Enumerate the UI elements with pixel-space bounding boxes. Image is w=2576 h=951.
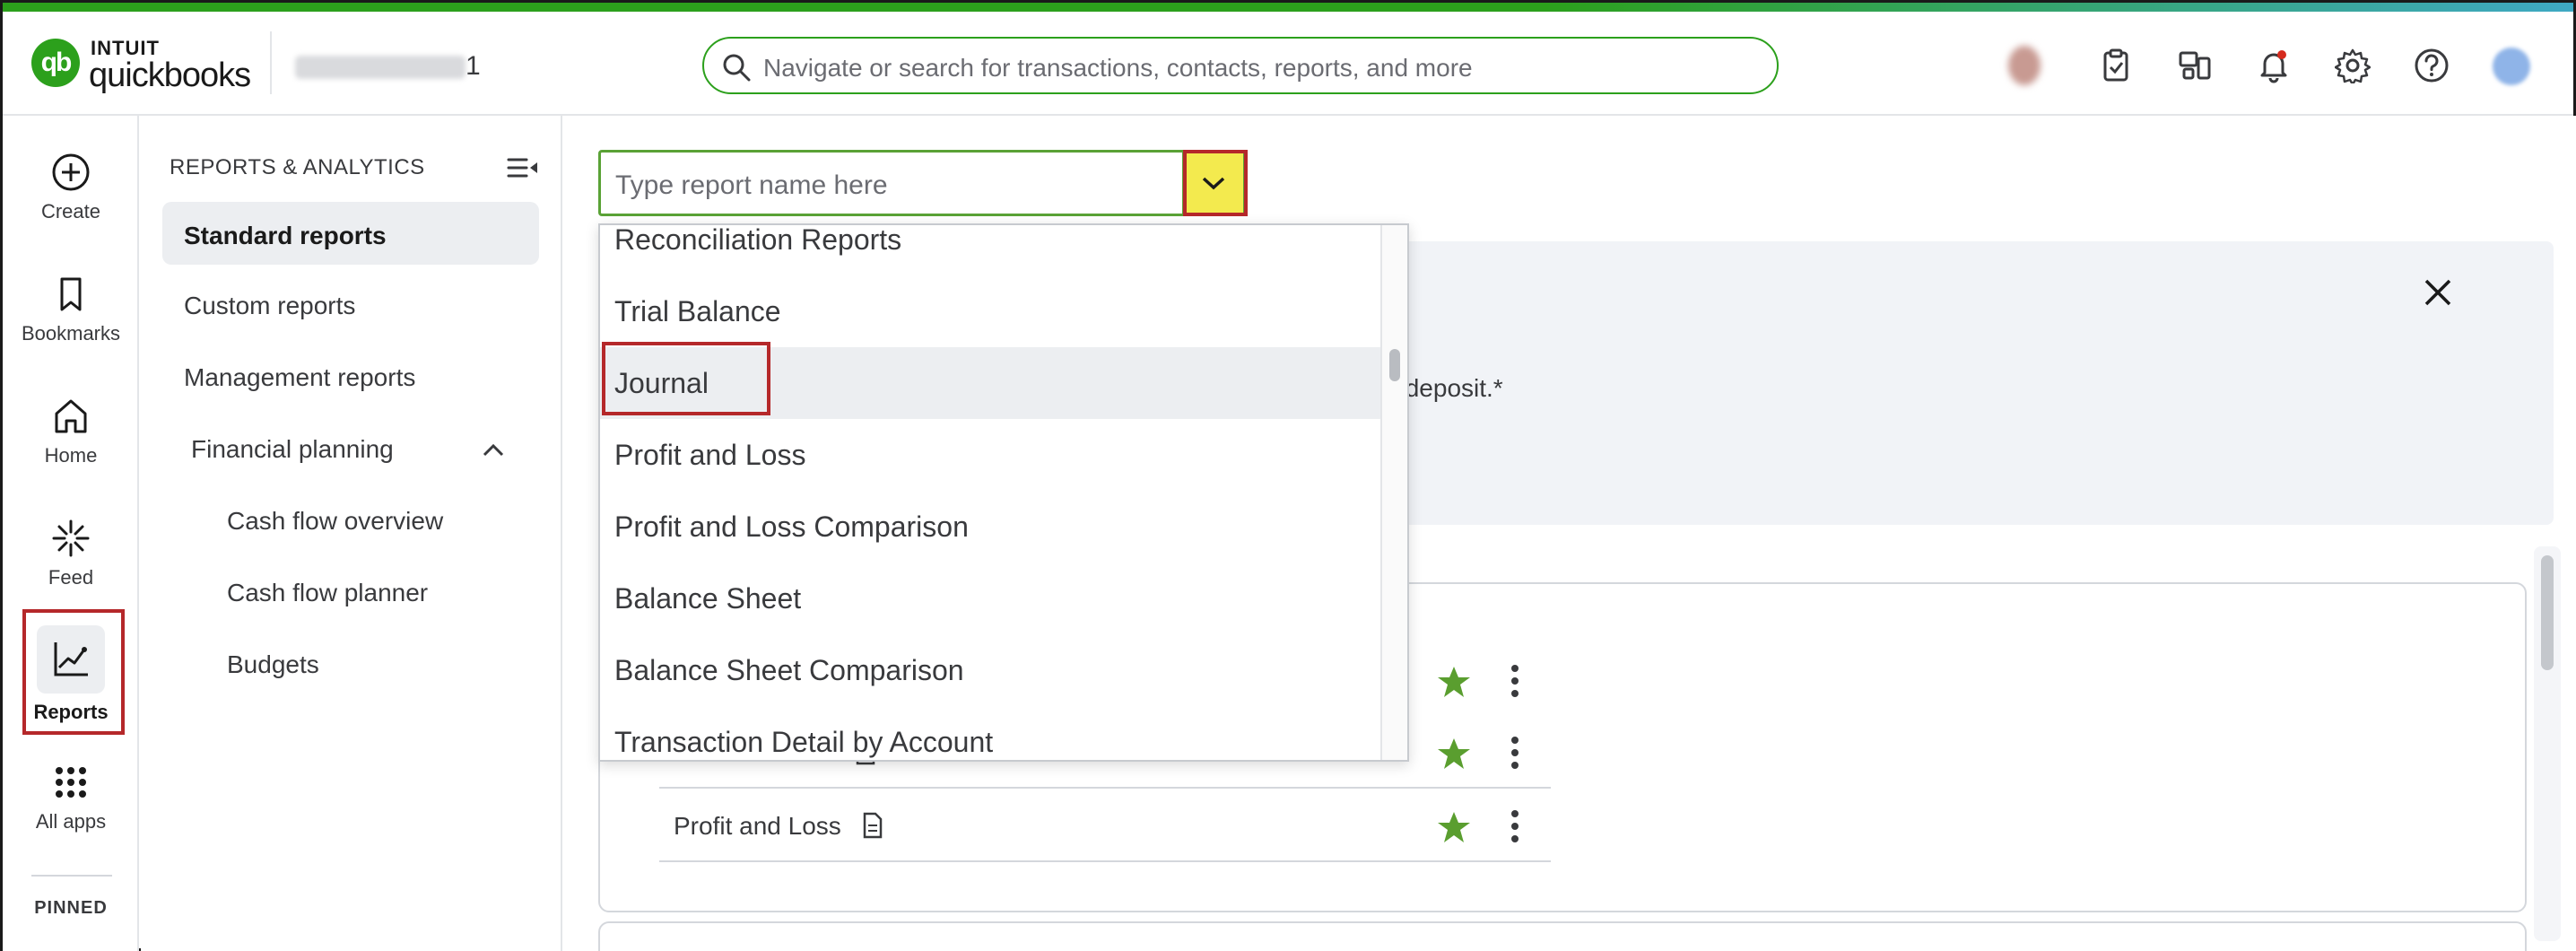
clipboard-check-icon[interactable] <box>2098 48 2134 83</box>
search-placeholder: Navigate or search for transactions, con… <box>763 54 1473 82</box>
nav-create[interactable]: Create <box>3 152 139 223</box>
subnav-financial-planning[interactable]: Financial planning <box>191 435 394 464</box>
home-icon <box>55 399 87 433</box>
collapse-panel-icon[interactable] <box>507 155 539 180</box>
favorite-star-icon[interactable] <box>1436 810 1472 844</box>
subnav-standard-reports[interactable]: Standard reports <box>162 202 539 265</box>
company-name-redacted <box>295 56 466 80</box>
dropdown-scrollbar-thumb[interactable] <box>1389 349 1400 381</box>
notification-bell-icon[interactable] <box>2256 48 2292 83</box>
dropdown-scrollbar[interactable] <box>1380 225 1407 760</box>
document-icon <box>863 812 883 839</box>
nav-create-label: Create <box>40 200 101 222</box>
report-input-placeholder: Type report name here <box>615 170 888 200</box>
report-row-profit-and-loss[interactable]: Profit and Loss <box>659 790 1551 862</box>
search-icon <box>723 54 751 82</box>
subnav-budgets[interactable]: Budgets <box>227 650 319 679</box>
nav-divider <box>31 875 112 877</box>
report-dropdown-list: Reconciliation Reports Trial Balance Jou… <box>598 223 1409 762</box>
nav-feed[interactable]: Feed <box>3 518 139 589</box>
primary-nav: Create Bookmarks Home Feed Reports All a… <box>3 116 139 951</box>
subnav-cash-flow-overview[interactable]: Cash flow overview <box>227 507 443 536</box>
top-header: qb INTUIT quickbooks 1 Navigate or searc… <box>3 12 2573 116</box>
subnav-management-reports[interactable]: Management reports <box>184 363 415 392</box>
nav-bookmarks[interactable]: Bookmarks <box>3 274 139 345</box>
journal-highlight-box <box>602 342 770 415</box>
dropdown-item-transaction-detail-by-account[interactable]: Transaction Detail by Account <box>600 706 1382 760</box>
header-divider <box>270 31 272 94</box>
report-row-name[interactable]: Profit and Loss <box>674 812 841 841</box>
subnav-cash-flow-planner[interactable]: Cash flow planner <box>227 579 428 607</box>
quickbooks-logo-icon[interactable]: qb <box>31 39 80 87</box>
report-name-input[interactable]: Type report name here <box>598 150 1246 216</box>
nav-home[interactable]: Home <box>3 396 139 467</box>
favorite-star-icon[interactable] <box>1436 737 1472 771</box>
reports-highlight-box <box>22 609 125 735</box>
main-scrollbar-thumb[interactable] <box>2541 555 2554 670</box>
dropdown-item-trial-balance[interactable]: Trial Balance <box>600 275 1382 347</box>
nav-bookmarks-label: Bookmarks <box>21 322 121 345</box>
dropdown-item-balance-sheet[interactable]: Balance Sheet <box>600 563 1382 634</box>
plus-circle-icon <box>52 153 90 191</box>
more-options-icon[interactable] <box>1510 808 1520 844</box>
company-name[interactable]: 1 <box>295 51 481 82</box>
subnav-custom-reports[interactable]: Custom reports <box>184 292 355 320</box>
more-options-icon[interactable] <box>1510 735 1520 771</box>
favorite-star-icon[interactable] <box>1436 665 1472 699</box>
gear-icon[interactable] <box>2335 48 2371 83</box>
subnav-title: REPORTS & ANALYTICS <box>170 155 425 179</box>
sparkle-icon <box>52 519 90 557</box>
dropdown-item-profit-and-loss[interactable]: Profit and Loss <box>600 419 1382 491</box>
nav-all-apps[interactable]: All apps <box>3 762 139 833</box>
bookmark-icon <box>60 277 82 311</box>
dropdown-item-profit-and-loss-comparison[interactable]: Profit and Loss Comparison <box>600 491 1382 563</box>
chevron-up-icon[interactable] <box>482 441 505 458</box>
grid-icon <box>56 767 86 798</box>
nav-feed-label: Feed <box>48 566 94 589</box>
brand-top-bar <box>3 3 2573 12</box>
dropdown-item-reconciliation-reports[interactable]: Reconciliation Reports <box>600 225 1382 275</box>
pinned-heading: PINNED <box>34 898 108 918</box>
apps-switch-icon[interactable] <box>2177 48 2213 83</box>
dropdown-item-balance-sheet-comparison[interactable]: Balance Sheet Comparison <box>600 634 1382 706</box>
nav-all-apps-label: All apps <box>35 810 107 833</box>
more-options-icon[interactable] <box>1510 663 1520 699</box>
reports-subnav: REPORTS & ANALYTICS Standard reports Cus… <box>141 116 562 951</box>
logo-quickbooks-text: quickbooks <box>89 57 251 94</box>
user-avatar-redacted[interactable] <box>2008 46 2041 85</box>
help-icon[interactable] <box>2414 48 2450 83</box>
nav-home-label: Home <box>44 444 98 467</box>
dropdown-toggle-highlight-box <box>1183 150 1248 216</box>
close-icon[interactable] <box>2421 275 2455 310</box>
reports-section-panel <box>598 921 2527 951</box>
profile-avatar[interactable] <box>2493 48 2530 85</box>
global-search-input[interactable]: Navigate or search for transactions, con… <box>702 37 1779 94</box>
main-scrollbar[interactable] <box>2534 546 2561 941</box>
company-name-suffix: 1 <box>466 51 481 81</box>
